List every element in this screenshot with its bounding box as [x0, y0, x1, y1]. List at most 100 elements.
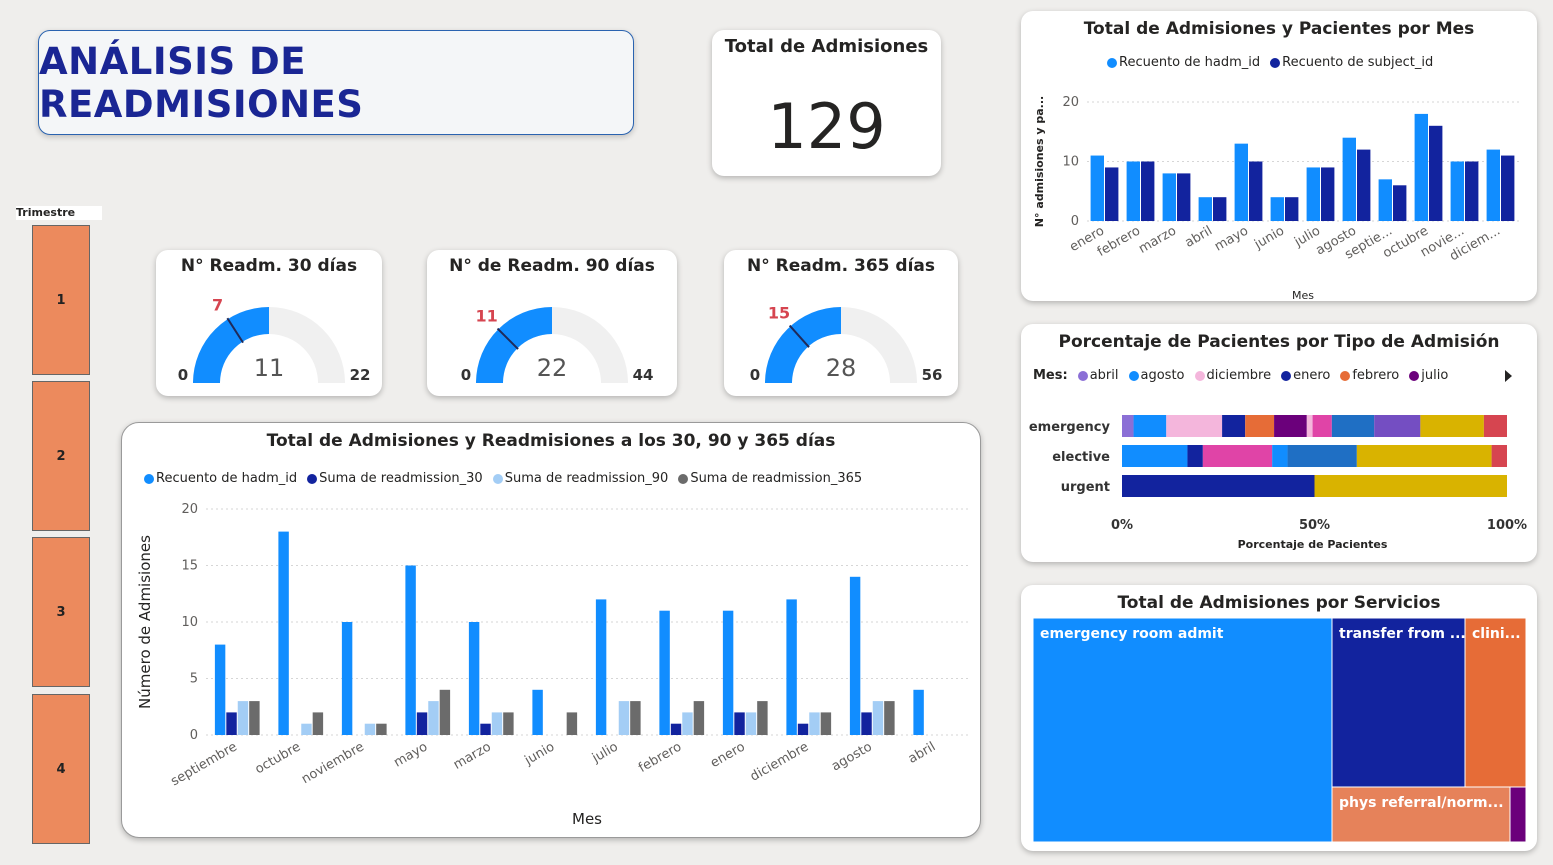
- y-tick-label: urgent: [1061, 480, 1110, 495]
- bar: [249, 701, 260, 735]
- bar: [1141, 161, 1155, 221]
- legend-label: Suma de readmission_90: [504, 471, 669, 486]
- gauge-value-label: 28: [826, 354, 857, 382]
- bar-segment: [1133, 415, 1167, 437]
- legend-dot-icon: [1107, 57, 1117, 68]
- treemap-label: transfer from ...: [1339, 626, 1466, 642]
- legend-label: Recuento de hadm_id: [1119, 55, 1261, 70]
- chart-title: Porcentaje de Pacientes por Tipo de Admi…: [1058, 332, 1500, 352]
- gauge-target-label: 7: [212, 295, 223, 314]
- legend-next-arrow-icon[interactable]: [1505, 370, 1512, 382]
- bar: [1342, 137, 1356, 221]
- bar: [1249, 161, 1263, 221]
- x-tick-label: agosto: [829, 739, 875, 774]
- x-tick-label: mayo: [1212, 223, 1251, 254]
- bar-segment: [1314, 475, 1507, 497]
- gauge-min-label: 0: [750, 366, 760, 384]
- bar-segment: [1287, 445, 1357, 467]
- chart-card-tipo-admision: Porcentaje de Pacientes por Tipo de Admi…: [1021, 324, 1537, 562]
- treemap-tile: [1331, 617, 1466, 788]
- bar: [913, 689, 924, 735]
- legend-item[interactable]: febrero: [1340, 368, 1399, 383]
- bar: [468, 622, 480, 735]
- bar: [1321, 167, 1335, 221]
- bar: [1378, 179, 1392, 221]
- bar: [405, 565, 416, 735]
- bar: [1213, 197, 1227, 221]
- legend-label: abril: [1089, 368, 1119, 383]
- legend-item[interactable]: julio: [1409, 368, 1448, 383]
- legend-title: Mes:: [1033, 368, 1068, 383]
- gauge-max-label: 56: [922, 366, 943, 384]
- x-tick-label: diciembre: [748, 739, 811, 784]
- legend-item[interactable]: Suma de readmission_365: [678, 471, 862, 486]
- bar: [1393, 185, 1407, 221]
- bar: [1270, 197, 1284, 221]
- slicer-item-1[interactable]: 1: [32, 225, 90, 375]
- slicer-item-4[interactable]: 4: [32, 694, 90, 844]
- legend-item[interactable]: diciembre: [1194, 368, 1272, 383]
- bar: [428, 701, 439, 735]
- tipo-admision-stacked-bar-chart: 0% 50% 100% emergency elective urgent Porcenta…: [1029, 415, 1527, 551]
- bar: [722, 610, 734, 735]
- legend-item[interactable]: Recuento de hadm_id: [1107, 55, 1260, 70]
- legend-label: enero: [1293, 368, 1331, 383]
- chart-title: Total de Admisiones y Readmisiones a los…: [266, 431, 836, 451]
- bar: [786, 599, 797, 735]
- bar-segment: [1187, 445, 1203, 467]
- legend-label: diciembre: [1206, 368, 1272, 383]
- legend-item[interactable]: Suma de readmission_30: [307, 471, 483, 486]
- bar: [734, 712, 745, 735]
- legend-item[interactable]: abril: [1077, 368, 1119, 383]
- treemap-tile: [1032, 617, 1333, 843]
- bar: [670, 723, 682, 735]
- x-tick-label: 50%: [1299, 518, 1330, 533]
- slicer-item-2[interactable]: 2: [32, 381, 90, 531]
- legend-item[interactable]: Suma de readmission_90: [492, 471, 669, 486]
- gauge-value-label: 22: [537, 354, 568, 382]
- bar-segment: [1202, 445, 1273, 467]
- gauge-min-label: 0: [178, 366, 188, 384]
- chart-legend: Recuento de hadm_id Suma de readmission_…: [144, 471, 866, 486]
- bar: [491, 712, 503, 735]
- bar-segment: [1491, 445, 1507, 467]
- bar: [1501, 155, 1515, 221]
- bar: [1357, 149, 1371, 221]
- x-tick-label: septiembre: [168, 739, 239, 789]
- gauge-card-90: N° de Readm. 90 días 11 22 0 44: [427, 250, 677, 396]
- chart-card-servicios: Total de Admisiones por Servicios emerge…: [1021, 585, 1537, 851]
- bar: [682, 712, 693, 735]
- chart-title: Total de Admisiones y Pacientes por Mes: [1083, 19, 1475, 39]
- y-tick-label: 10: [181, 615, 198, 630]
- x-tick-label: julio: [589, 739, 621, 766]
- x-tick-label: junio: [521, 739, 557, 768]
- bar: [226, 712, 237, 735]
- bar: [884, 701, 895, 735]
- legend-item[interactable]: enero: [1281, 368, 1330, 383]
- x-tick-label: enero: [708, 739, 748, 771]
- bar-segment: [1166, 415, 1223, 437]
- chart-legend: Mes: abril agosto diciembre enero febrer…: [1033, 368, 1452, 383]
- slicer-item-3[interactable]: 3: [32, 537, 90, 687]
- legend-dot-icon: [1194, 370, 1205, 381]
- legend-item[interactable]: agosto: [1128, 368, 1185, 383]
- bar-segment: [1222, 415, 1246, 437]
- bar: [595, 599, 607, 735]
- legend-item[interactable]: Recuento de subject_id: [1270, 55, 1433, 70]
- gauge-max-label: 22: [350, 366, 371, 384]
- legend-item[interactable]: Recuento de hadm_id: [144, 471, 297, 486]
- y-tick-label: 20: [1062, 95, 1079, 110]
- bar-segment: [1312, 415, 1332, 437]
- chart-card-readmisiones: Total de Admisiones y Readmisiones a los…: [121, 422, 981, 838]
- bar: [1177, 173, 1191, 221]
- bar: [757, 701, 768, 735]
- treemap-label: phys referral/norm...: [1339, 795, 1504, 811]
- bar: [416, 712, 428, 735]
- bar-segment: [1274, 415, 1307, 437]
- bar: [1465, 161, 1479, 221]
- bar: [1450, 161, 1464, 221]
- bar-segment: [1356, 445, 1492, 467]
- x-axis-title: Mes: [572, 810, 602, 828]
- slicer-title: Trimestre: [16, 206, 102, 220]
- bar: [797, 723, 809, 735]
